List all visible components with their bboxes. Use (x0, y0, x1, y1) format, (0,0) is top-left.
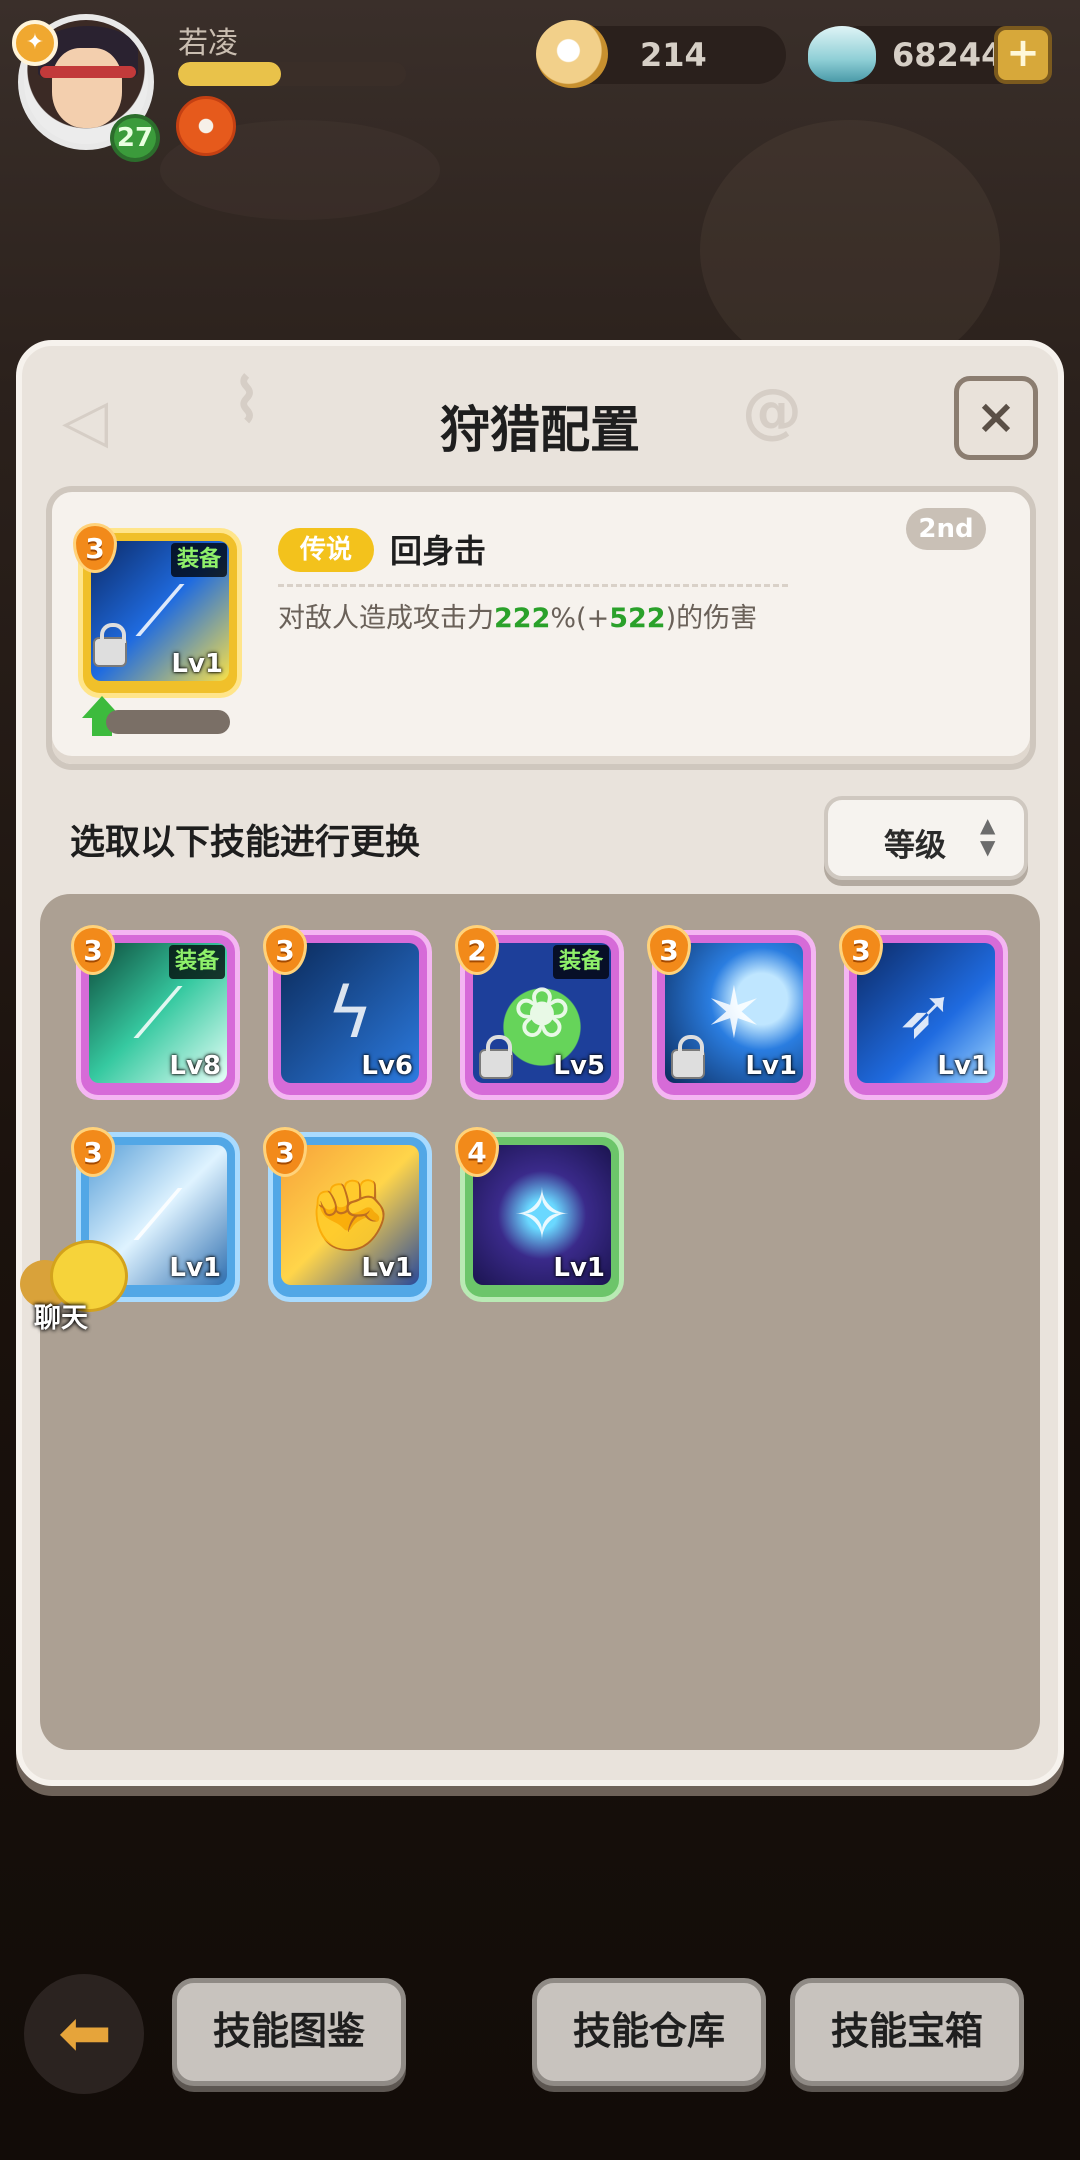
desc-flat: 522 (609, 603, 666, 634)
skill-level: Lv1 (553, 1253, 605, 1283)
gem-icon (808, 26, 876, 82)
back-button[interactable]: ⬅ (24, 1974, 144, 2094)
add-gems-button[interactable]: + (994, 26, 1052, 84)
gem-count: 68244 (892, 36, 1004, 74)
current-skill-tile[interactable]: ⟋ 装备 Lv1 3 (73, 523, 242, 698)
close-button[interactable]: × (954, 376, 1038, 460)
skill-level: Lv1 (745, 1051, 797, 1081)
skill-storage-button[interactable]: 技能仓库 (532, 1978, 766, 2086)
back-arrow-icon: ⬅ (58, 1997, 112, 2071)
lock-icon (479, 1035, 513, 1079)
dialog-title: 狩猎配置 (440, 401, 640, 459)
upgrade-progress-bar (106, 710, 230, 734)
skill-tile[interactable]: ⟋ 装备 Lv8 3 (71, 925, 240, 1100)
skill-level: Lv1 (169, 1253, 221, 1283)
xp-bar-fill (178, 62, 281, 86)
desc-mid: %(+ (550, 603, 610, 634)
skill-tile[interactable]: ✊ Lv1 3 (263, 1127, 432, 1302)
skill-level: Lv6 (361, 1051, 413, 1081)
skill-level: Lv1 (171, 649, 223, 679)
skill-description: 对敌人造成攻击力222%(+522)的伤害 (278, 596, 757, 635)
sort-button[interactable]: 等级 ▲ ▼ (824, 796, 1028, 880)
skill-tile[interactable]: ϟ Lv6 3 (263, 925, 432, 1100)
quality-tag: 传说 (278, 528, 374, 572)
skill-level: Lv5 (553, 1051, 605, 1081)
desc-suffix: )的伤害 (665, 603, 758, 634)
avatar-face (52, 48, 122, 128)
slot-rank-tag: 2nd (906, 508, 986, 550)
buff-icon[interactable] (176, 96, 236, 156)
skill-tile[interactable]: ✶ Lv1 3 (647, 925, 816, 1100)
skill-level: Lv8 (169, 1051, 221, 1081)
equipped-tag: 装备 (552, 945, 609, 979)
equipped-tag: 装备 (168, 945, 225, 979)
skill-name: 回身击 (390, 532, 487, 570)
desc-percent: 222 (494, 603, 551, 634)
player-level-badge: 27 (110, 114, 160, 162)
sort-arrows-icon: ▲ ▼ (980, 813, 996, 859)
equipped-tag: 装备 (170, 543, 227, 577)
divider (278, 584, 788, 587)
avatar-headband (40, 66, 136, 78)
shell-count: 214 (640, 36, 707, 74)
skill-level: Lv1 (937, 1051, 989, 1081)
replace-label: 选取以下技能进行更换 (70, 823, 421, 863)
skill-level: Lv1 (361, 1253, 413, 1283)
pet-icon: ✦ (12, 20, 58, 66)
skill-tile[interactable]: ➶ Lv1 3 (839, 925, 1008, 1100)
desc-prefix: 对敌人造成攻击力 (278, 603, 494, 634)
chat-button[interactable]: 聊天 (10, 1240, 130, 1334)
skill-codex-button[interactable]: 技能图鉴 (172, 1978, 406, 2086)
xp-bar (178, 62, 406, 86)
chat-label: 聊天 (34, 1303, 88, 1334)
skill-chest-button[interactable]: 技能宝箱 (790, 1978, 1024, 2086)
lock-icon (93, 623, 127, 667)
lock-icon (671, 1035, 705, 1079)
skill-tile[interactable]: ❀ 装备 Lv5 2 (455, 925, 624, 1100)
sort-label: 等级 (884, 828, 946, 864)
player-name: 若凌 (178, 26, 238, 61)
shell-icon (536, 20, 608, 88)
skill-tile[interactable]: ✧ Lv1 4 (455, 1127, 624, 1302)
